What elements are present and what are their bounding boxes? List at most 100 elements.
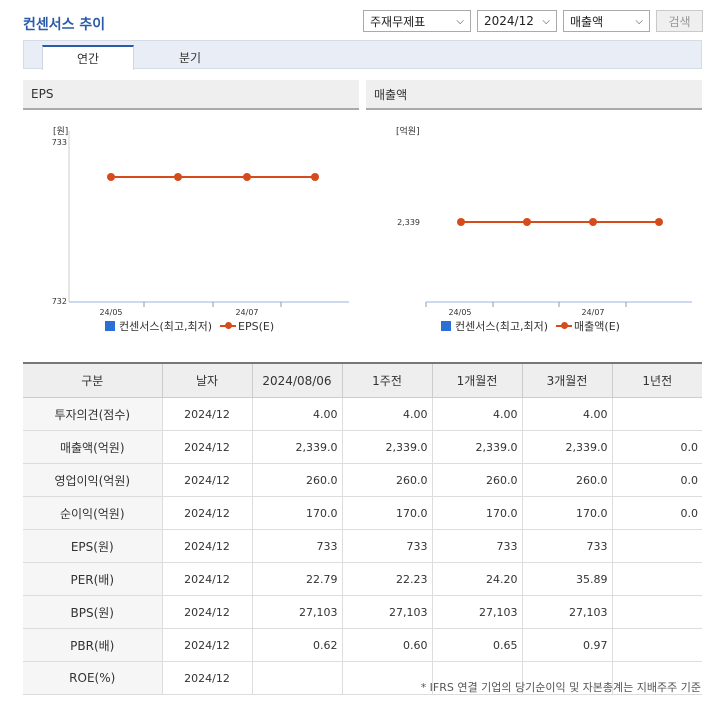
eps-chart: [원] 733 732 24/05 24/07: [52, 126, 349, 317]
data-point[interactable]: [243, 173, 251, 181]
period-select[interactable]: 2024/12 ⌵: [477, 10, 557, 32]
data-point[interactable]: [457, 218, 465, 226]
table-cell: 4.00: [341, 397, 432, 431]
legend-range-label: 컨센서스(최고,최저): [455, 320, 549, 333]
consensus-table: 구분 날자 2024/08/06 1주전 1개월전 3개월전 1년전 투자의견(…: [23, 362, 702, 695]
sales-series: [457, 218, 663, 226]
table-cell: 22.79: [251, 562, 342, 596]
sales-x-tick-label: 24/07: [581, 308, 604, 317]
table-header-row: 구분 날자 2024/08/06 1주전 1개월전 3개월전 1년전: [23, 363, 702, 398]
row-date: 2024/12: [161, 430, 252, 464]
table-cell: 4.00: [431, 397, 522, 431]
table-row: PER(배) 2024/12 22.79 22.23 24.20 35.89: [23, 562, 702, 596]
eps-unit-label: [원]: [53, 126, 68, 137]
table-row: 순이익(억원) 2024/12 170.0 170.0 170.0 170.0 0.0: [23, 496, 702, 530]
table-row: 영업이익(억원) 2024/12 260.0 260.0 260.0 260.0 0.0: [23, 463, 702, 497]
data-point[interactable]: [523, 218, 531, 226]
data-point[interactable]: [589, 218, 597, 226]
table-cell: [611, 529, 702, 563]
data-point[interactable]: [174, 173, 182, 181]
legend-line-swatch: [220, 321, 237, 331]
sales-x-tick-label: 24/05: [448, 308, 471, 317]
col-header-current: 2024/08/06: [251, 363, 342, 398]
period-value: 2024/12: [484, 14, 534, 28]
row-date: 2024/12: [161, 463, 252, 497]
row-label: 순이익(억원): [23, 496, 162, 530]
table-cell: 27,103: [251, 595, 342, 629]
table-cell: 260.0: [521, 463, 612, 497]
eps-legend: 컨센서스(최고,최저) EPS(E): [105, 318, 274, 334]
table-cell: 170.0: [341, 496, 432, 530]
table-row: 매출액(억원) 2024/12 2,339.0 2,339.0 2,339.0 2,339…: [23, 430, 702, 464]
table-cell: 22.23: [341, 562, 432, 596]
table-cell: [611, 562, 702, 596]
table-cell: 733: [251, 529, 342, 563]
item-value: 매출액: [570, 14, 604, 29]
row-label: ROE(%): [23, 661, 162, 695]
sales-panel-title: 매출액: [366, 80, 702, 110]
table-cell: 35.89: [521, 562, 612, 596]
search-button[interactable]: 검색: [656, 10, 703, 32]
statement-type-select[interactable]: 주재무제표 ⌵: [363, 10, 471, 32]
table-cell: [251, 661, 342, 695]
col-header-category: 구분: [23, 363, 162, 398]
table-cell: 0.0: [611, 496, 702, 530]
table-cell: 170.0: [431, 496, 522, 530]
sales-legend: 컨센서스(최고,최저) 매출액(E): [441, 318, 620, 334]
table-cell: 27,103: [341, 595, 432, 629]
col-header-1week: 1주전: [341, 363, 432, 398]
table-cell: 733: [431, 529, 522, 563]
table-cell: 4.00: [251, 397, 342, 431]
table-cell: 2,339.0: [251, 430, 342, 464]
chevron-down-icon: ⌵: [456, 15, 464, 27]
legend-line-swatch: [556, 321, 573, 331]
legend-range-label: 컨센서스(최고,최저): [119, 320, 213, 333]
row-label: 매출액(억원): [23, 430, 162, 464]
table-cell: 733: [341, 529, 432, 563]
table-cell: 2,339.0: [431, 430, 522, 464]
data-point[interactable]: [107, 173, 115, 181]
eps-y-tick-bottom: 732: [52, 297, 67, 306]
row-date: 2024/12: [161, 628, 252, 662]
row-date: 2024/12: [161, 661, 252, 695]
table-cell: 260.0: [251, 463, 342, 497]
table-cell: 27,103: [521, 595, 612, 629]
row-date: 2024/12: [161, 397, 252, 431]
table-cell: 260.0: [341, 463, 432, 497]
table-cell: 170.0: [251, 496, 342, 530]
data-point[interactable]: [311, 173, 319, 181]
legend-line-label: EPS(E): [238, 319, 275, 333]
table-cell: 4.00: [521, 397, 612, 431]
table-cell: 27,103: [431, 595, 522, 629]
table-cell: 0.65: [431, 628, 522, 662]
legend-range-swatch: [441, 321, 451, 331]
eps-x-tick-label: 24/07: [235, 308, 258, 317]
chevron-down-icon: ⌵: [635, 15, 643, 27]
table-cell: [611, 397, 702, 431]
data-point[interactable]: [655, 218, 663, 226]
table-cell: 0.60: [341, 628, 432, 662]
table-cell: 170.0: [521, 496, 612, 530]
row-label: EPS(원): [23, 529, 162, 563]
item-select[interactable]: 매출액 ⌵: [563, 10, 650, 32]
table-row: PBR(배) 2024/12 0.62 0.60 0.65 0.97: [23, 628, 702, 662]
col-header-3month: 3개월전: [521, 363, 612, 398]
tab-annual[interactable]: 연간: [42, 45, 134, 70]
page-title: 컨센서스 추이: [23, 17, 106, 33]
row-date: 2024/12: [161, 595, 252, 629]
statement-type-value: 주재무제표: [370, 14, 426, 29]
tab-quarterly[interactable]: 분기: [144, 45, 236, 70]
table-row: 투자의견(점수) 2024/12 4.00 4.00 4.00 4.00: [23, 397, 702, 431]
table-cell: 260.0: [431, 463, 522, 497]
sales-unit-label: [억원]: [396, 125, 420, 137]
col-header-1month: 1개월전: [431, 363, 522, 398]
table-cell: 0.62: [251, 628, 342, 662]
row-label: 영업이익(억원): [23, 463, 162, 497]
eps-series: [107, 173, 319, 181]
table-cell: 0.0: [611, 463, 702, 497]
table-row: EPS(원) 2024/12 733 733 733 733: [23, 529, 702, 563]
row-label: BPS(원): [23, 595, 162, 629]
legend-range-swatch: [105, 321, 115, 331]
table-cell: 24.20: [431, 562, 522, 596]
col-header-1year: 1년전: [611, 363, 702, 398]
